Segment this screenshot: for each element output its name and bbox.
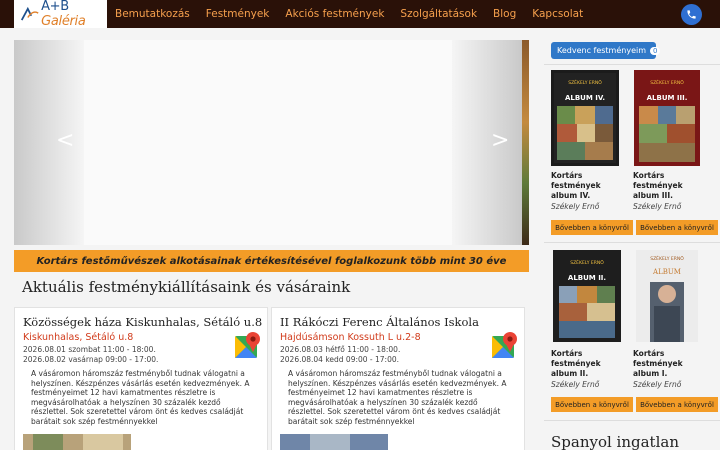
book-more-button[interactable]: Bővebben a könyvről: [636, 397, 718, 412]
exhibition-location[interactable]: Kiskunhalas, Sétáló u.8: [23, 332, 133, 343]
phone-icon: [687, 10, 696, 19]
book-cover-album-iii[interactable]: SZÉKELY ERNŐ ALBUM III.: [634, 70, 700, 166]
exhibition-location[interactable]: Hajdúsámson Kossuth L u.2-8: [280, 332, 421, 343]
book-more-label: Bővebben a könyvről: [640, 400, 714, 409]
exhibition-card: Közösségek háza Kiskunhalas, Sétáló u.8 …: [14, 307, 268, 450]
carousel-next-area[interactable]: [452, 40, 522, 245]
tagline-banner: Kortárs festőművészek alkotásainak érték…: [14, 250, 529, 272]
nav-item-blog[interactable]: Blog: [485, 8, 524, 20]
tagline-text: Kortárs festőművészek alkotásainak érték…: [36, 255, 507, 267]
exhibition-date: 2026.08.03 hétfő 11:00 - 18:00.: [280, 345, 401, 354]
exhibitions-heading: Aktuális festménykiállításaink és vására…: [22, 278, 351, 296]
book-cover-album-iv[interactable]: SZÉKELY ERNŐ ALBUM IV.: [551, 70, 619, 166]
phone-button[interactable]: [681, 4, 702, 25]
spanish-property-heading: Spanyol ingatlan: [551, 433, 679, 450]
book-title[interactable]: Kortárs festmények album IV.: [551, 171, 623, 201]
nav-item-akcios-festmenyek[interactable]: Akciós festmények: [277, 8, 392, 20]
nav-item-bemutatkozas[interactable]: Bemutatkozás: [107, 8, 198, 20]
main-nav: Bemutatkozás Festmények Akciós festménye…: [107, 0, 591, 28]
exhibition-title: II Rákóczi Ferenc Általános Iskola: [280, 315, 479, 329]
exhibition-date: 2026.08.04 kedd 09:00 - 17:00.: [280, 355, 400, 364]
book-more-label: Bővebben a könyvről: [555, 223, 629, 232]
book-cover-album-i[interactable]: SZÉKELY ERNŐ ALBUM: [636, 250, 698, 342]
sidebar-divider: [544, 64, 720, 65]
book-author: Székely Ernő: [551, 380, 600, 389]
google-maps-icon[interactable]: [491, 330, 519, 360]
favorites-count-badge: 0: [650, 46, 661, 55]
book-more-button[interactable]: Bővebben a könyvről: [551, 220, 633, 235]
logo-text: A+B Galéria: [41, 0, 86, 29]
sidebar-divider: [544, 242, 720, 243]
sidebar-divider: [544, 420, 720, 421]
exhibition-painting-image: [23, 434, 131, 450]
book-author: Székely Ernő: [551, 202, 600, 211]
book-title[interactable]: Kortárs festmények album I.: [633, 349, 705, 379]
favorites-button[interactable]: Kedvenc festményeim 0: [551, 42, 661, 59]
logo-mark-icon: [20, 6, 39, 21]
carousel-prev-button[interactable]: <: [56, 128, 74, 153]
book-author: Székely Ernő: [633, 202, 682, 211]
svg-text:ALBUM: ALBUM: [652, 268, 681, 276]
book-more-label: Bővebben a könyvről: [555, 400, 629, 409]
carousel-slide: [84, 40, 452, 245]
exhibition-date: 2026.08.02 vasárnap 09:00 - 17:00.: [23, 355, 159, 364]
svg-text:ALBUM IV.: ALBUM IV.: [565, 94, 605, 102]
top-navbar: A+B Galéria Bemutatkozás Festmények Akci…: [0, 0, 720, 29]
site-logo[interactable]: A+B Galéria: [14, 0, 107, 29]
carousel-next-button[interactable]: >: [491, 128, 509, 153]
google-maps-icon[interactable]: [234, 330, 262, 360]
exhibition-description: A vásáromon háromszáz festményből tudnak…: [288, 369, 507, 426]
carousel-next-slide-peek: [522, 40, 529, 245]
image-carousel: < >: [14, 40, 529, 245]
book-title[interactable]: Kortárs festmények album III.: [633, 171, 705, 201]
svg-text:ALBUM II.: ALBUM II.: [568, 274, 606, 282]
book-more-button[interactable]: Bővebben a könyvről: [636, 220, 718, 235]
exhibition-date: 2026.08.01 szombat 11:00 - 18:00.: [23, 345, 156, 354]
book-title[interactable]: Kortárs festmények album II.: [551, 349, 623, 379]
book-more-label: Bővebben a könyvről: [640, 223, 714, 232]
exhibition-title: Közösségek háza Kiskunhalas, Sétáló u.8: [23, 315, 263, 329]
exhibition-card: II Rákóczi Ferenc Általános Iskola Hajdú…: [271, 307, 525, 450]
nav-item-szolgaltatasok[interactable]: Szolgáltatások: [392, 8, 485, 20]
favorites-label: Kedvenc festményeim: [557, 46, 647, 55]
exhibition-painting-image: [280, 434, 388, 450]
book-more-button[interactable]: Bővebben a könyvről: [551, 397, 633, 412]
book-author: Székely Ernő: [633, 380, 682, 389]
exhibition-description: A vásáromon háromszáz festményből tudnak…: [31, 369, 250, 426]
nav-item-festmenyek[interactable]: Festmények: [198, 8, 278, 20]
nav-item-kapcsolat[interactable]: Kapcsolat: [524, 8, 591, 20]
svg-text:ALBUM III.: ALBUM III.: [647, 94, 688, 102]
book-cover-album-ii[interactable]: SZÉKELY ERNŐ ALBUM II.: [553, 250, 621, 342]
